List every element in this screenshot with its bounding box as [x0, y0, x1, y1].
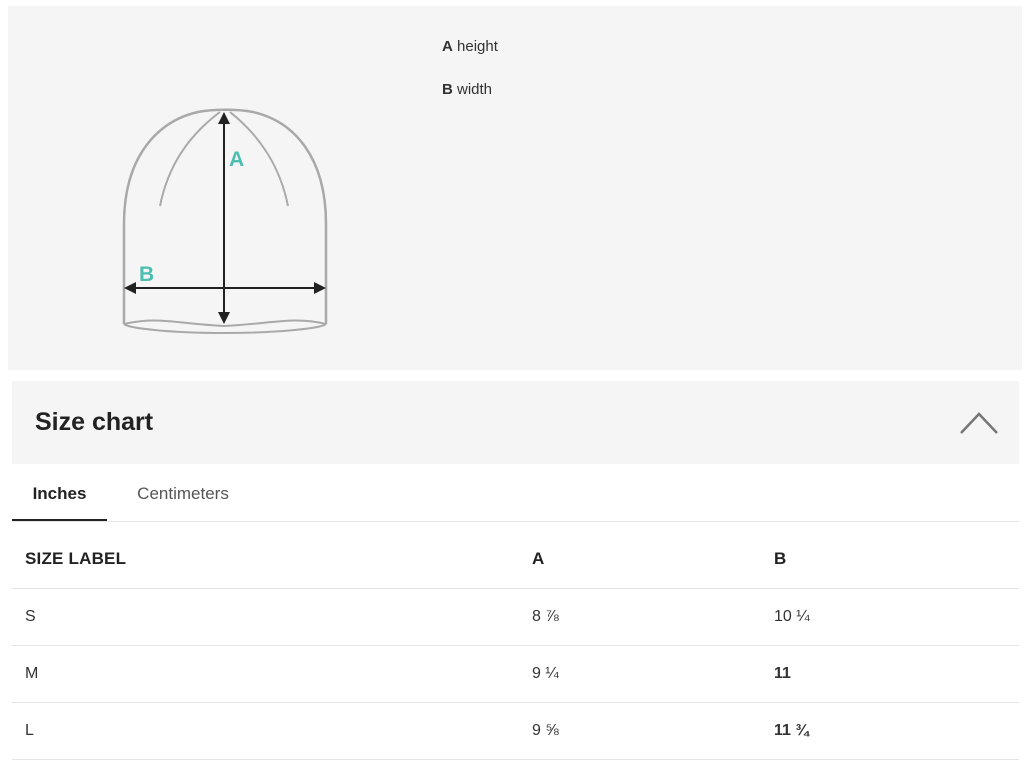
column-header-a: A	[532, 549, 545, 568]
cell-a: 9 ⅝	[532, 722, 559, 739]
beanie-brim	[123, 319, 327, 335]
cell-size: L	[25, 722, 34, 739]
tab-centimeters[interactable]: Centimeters	[127, 465, 239, 520]
seam-left	[159, 111, 221, 207]
size-table: SIZE LABEL A B S 8 ⅞ 10 ¼ M 9 ¼ 11 L 9 ⅝…	[12, 530, 1019, 760]
legend-item-height: A height	[442, 38, 498, 81]
table-header-row: SIZE LABEL A B	[12, 530, 1019, 589]
table-row: M 9 ¼ 11	[12, 646, 1019, 703]
measurement-legend: A height B width	[442, 38, 498, 124]
legend-item-width: B width	[442, 81, 498, 124]
height-arrow-top	[218, 112, 230, 124]
cell-b: 10 ¼	[774, 608, 810, 625]
legend-text: width	[452, 81, 493, 98]
tab-inches[interactable]: Inches	[12, 465, 107, 521]
legend-text: height	[452, 38, 498, 55]
unit-tabs: Inches Centimeters	[12, 465, 1019, 522]
table-row: S 8 ⅞ 10 ¼	[12, 589, 1019, 646]
table-row: L 9 ⅝ 11 ¾	[12, 703, 1019, 760]
diagram-panel: A B A height B width	[8, 6, 1022, 370]
cell-size: S	[25, 608, 36, 625]
width-arrow-right	[314, 282, 326, 294]
cell-size: M	[25, 665, 39, 682]
size-chart-header[interactable]: Size chart	[12, 381, 1019, 464]
height-arrow-bottom	[218, 312, 230, 324]
legend-key: B	[442, 81, 453, 98]
chevron-up-icon[interactable]	[959, 409, 999, 435]
diagram-label-a: A	[229, 148, 244, 171]
legend-key: A	[442, 38, 453, 55]
beanie-diagram: A B	[122, 108, 328, 335]
width-arrow-left	[124, 282, 136, 294]
column-header-size-label: SIZE LABEL	[25, 549, 127, 568]
size-chart-title: Size chart	[35, 408, 154, 436]
cell-a: 8 ⅞	[532, 608, 559, 625]
diagram-label-b: B	[139, 263, 154, 286]
cell-b: 11	[774, 665, 791, 682]
column-header-b: B	[774, 549, 787, 568]
cell-a: 9 ¼	[532, 665, 559, 682]
cell-b: 11 ¾	[774, 722, 809, 739]
